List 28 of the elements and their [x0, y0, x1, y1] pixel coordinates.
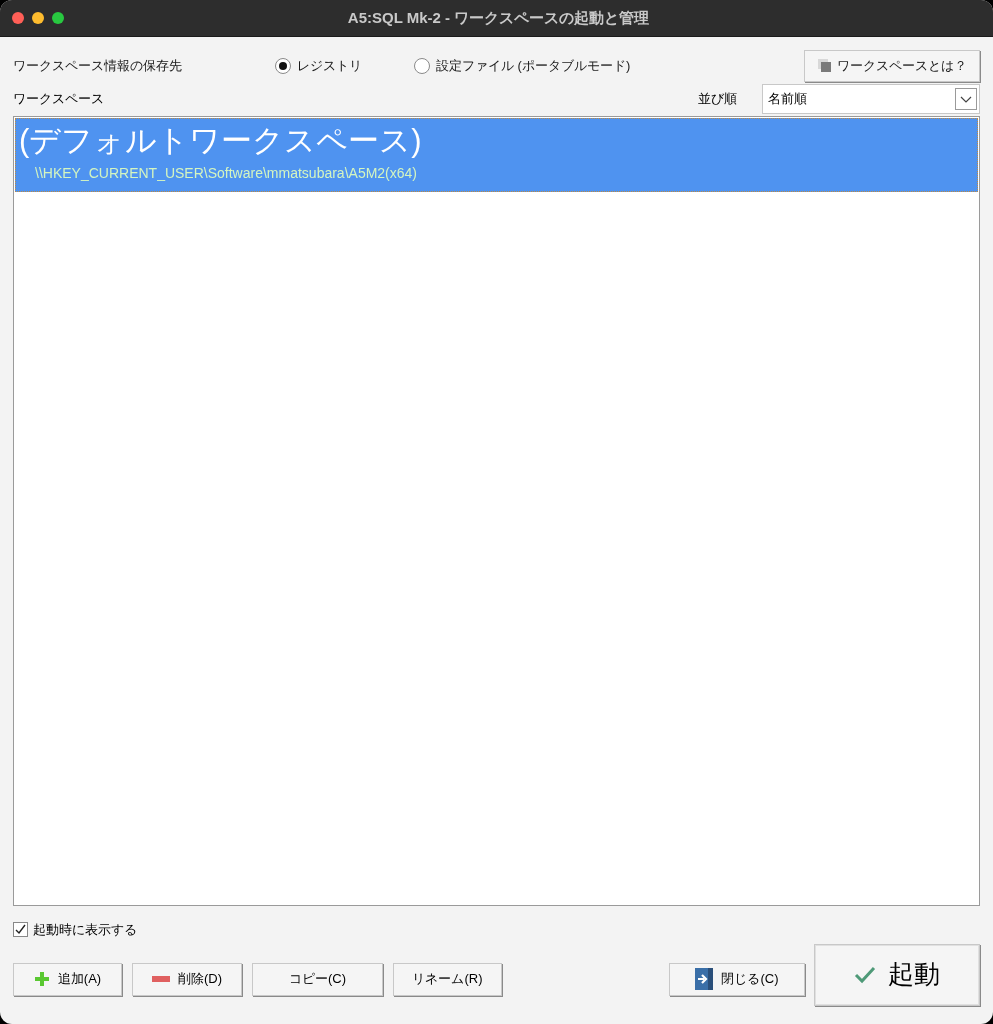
cube-icon	[817, 58, 833, 74]
plus-icon	[33, 971, 50, 987]
toolbar-button[interactable]: 削除(D)	[132, 962, 242, 996]
close-button[interactable]: 閉じる(C)	[669, 962, 805, 996]
toolbar-button[interactable]: 追加(A)	[13, 962, 122, 996]
radio-label: レジストリ	[297, 57, 362, 76]
radio-label: 設定ファイル (ポータブルモード)	[436, 57, 631, 76]
sort-label: 並び順	[698, 90, 737, 109]
minus-icon	[151, 976, 170, 982]
checkmark-icon	[854, 965, 876, 984]
checkbox[interactable]	[13, 922, 28, 938]
storage-label: ワークスペース情報の保存先	[13, 57, 183, 76]
toolbar-button[interactable]: コピー(C)	[252, 962, 383, 996]
sort-dropdown[interactable]: 名前順	[762, 84, 980, 114]
checkbox-label: 起動時に表示する	[33, 921, 137, 939]
workspace-label: ワークスペース	[13, 90, 104, 109]
minimize-window-icon[interactable]	[32, 12, 44, 24]
zoom-window-icon[interactable]	[52, 12, 64, 24]
launch-button[interactable]: 起動	[814, 943, 980, 1006]
toolbar-button[interactable]: リネーム(R)	[393, 962, 502, 996]
workspace-path: \\HKEY_CURRENT_USER\Software\mmatsubara\A5M2(x64)	[34, 164, 418, 183]
chevron-down-icon[interactable]	[955, 88, 977, 110]
radio-button[interactable]	[275, 58, 291, 74]
help-button[interactable]: ワークスペースとは？	[804, 50, 980, 82]
close-window-icon[interactable]	[12, 12, 24, 24]
workspace-name: (デフォルトワークスペース)	[19, 122, 423, 160]
window-title: A5:SQL Mk-2 - ワークスペースの起動と管理	[347, 7, 650, 28]
radio-button[interactable]	[414, 58, 430, 74]
